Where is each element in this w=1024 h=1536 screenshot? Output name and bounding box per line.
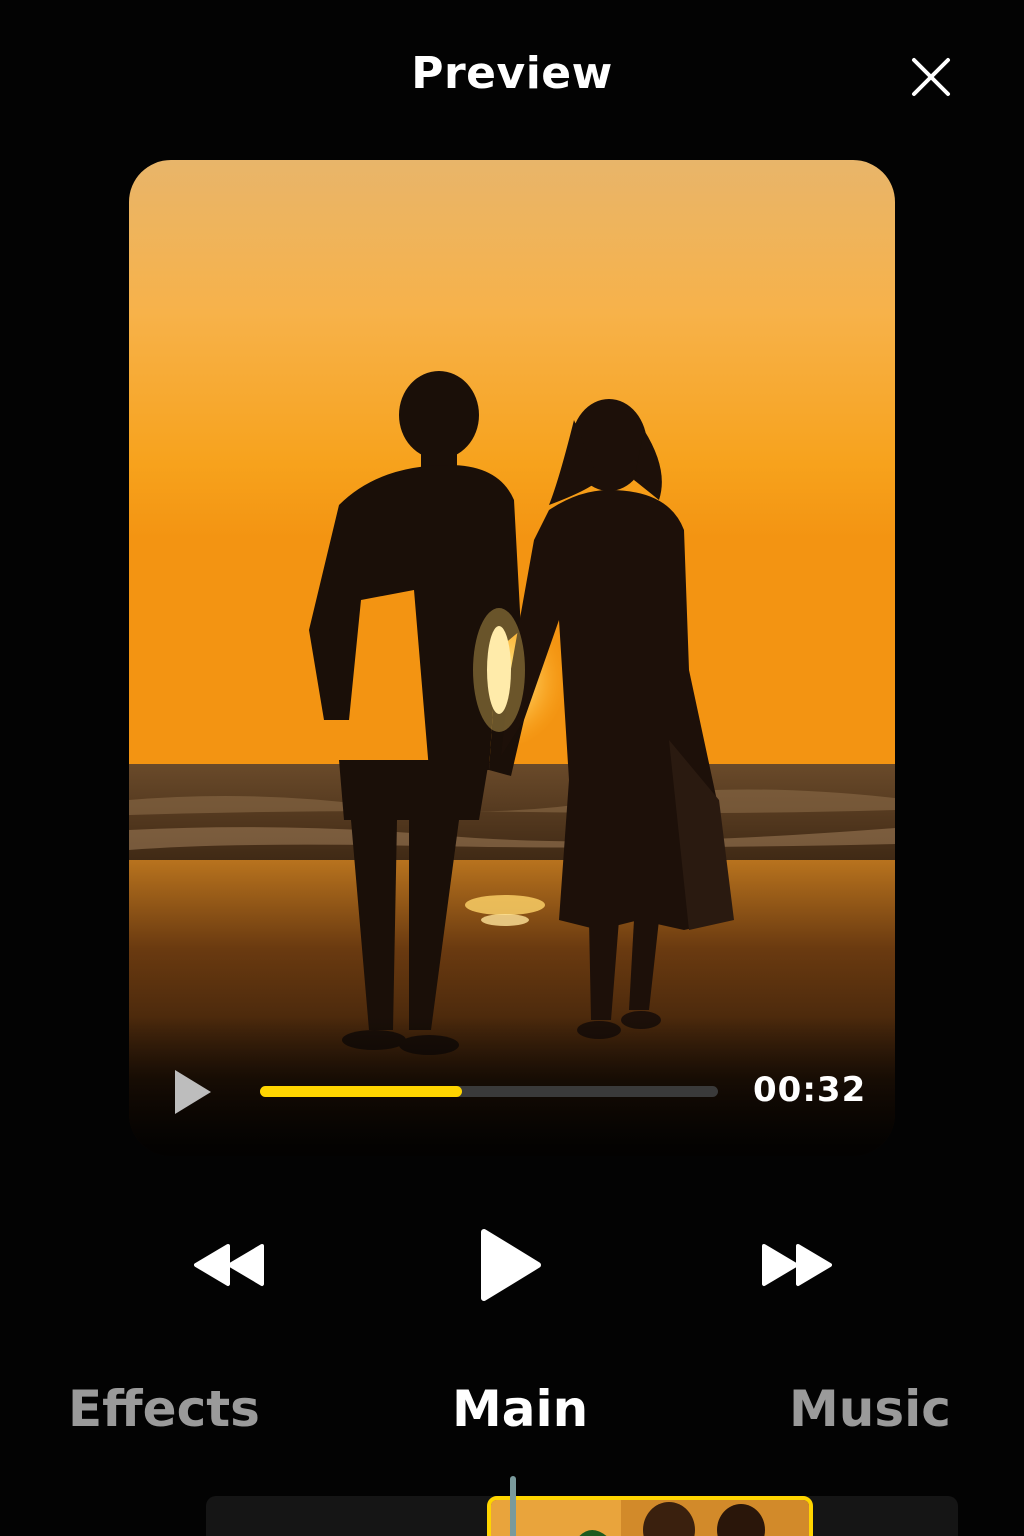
play-button[interactable] [478, 1228, 542, 1302]
video-preview[interactable]: 00:32 [129, 160, 895, 1156]
video-frame [129, 160, 895, 1156]
playhead[interactable] [510, 1476, 516, 1536]
timeline-clip-selected[interactable] [487, 1496, 813, 1536]
play-icon [481, 1229, 541, 1301]
time-readout: 00:32 [753, 1070, 867, 1110]
rewind-icon [194, 1244, 264, 1286]
tab-music[interactable]: Music [789, 1380, 951, 1438]
close-icon [912, 58, 950, 96]
fast-forward-button[interactable] [760, 1228, 832, 1302]
rewind-button[interactable] [194, 1228, 266, 1302]
clip-thumbnail [491, 1500, 809, 1536]
inline-play-button[interactable] [171, 1066, 215, 1118]
preview-screen: Preview 00:32 Effects Main Music [0, 0, 1024, 1536]
fast-forward-icon [762, 1244, 832, 1286]
tab-effects[interactable]: Effects [68, 1380, 260, 1438]
progress-bar[interactable] [260, 1086, 718, 1097]
play-icon [175, 1070, 211, 1114]
progress-fill [260, 1086, 462, 1097]
page-title: Preview [411, 48, 613, 99]
close-button[interactable] [906, 52, 956, 102]
tab-main[interactable]: Main [452, 1380, 588, 1438]
